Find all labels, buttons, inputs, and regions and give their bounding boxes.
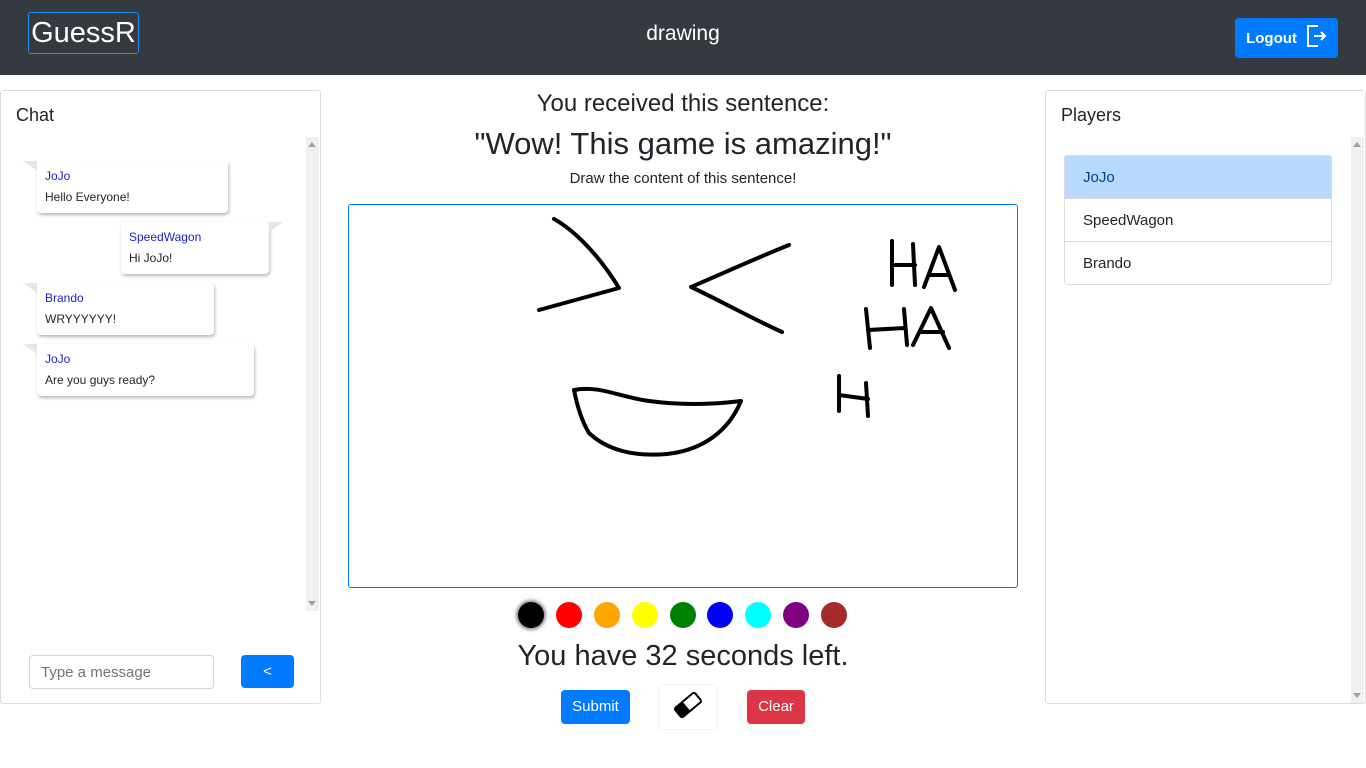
navbar: GuessR drawing Logout	[0, 0, 1366, 75]
logout-button[interactable]: Logout	[1235, 18, 1338, 58]
countdown-timer: You have 32 seconds left.	[517, 640, 849, 672]
chat-message: Brando WRYYYYYY!	[23, 283, 214, 335]
color-swatch-cyan[interactable]	[745, 602, 771, 628]
send-message-button[interactable]: <	[241, 655, 294, 688]
scroll-down-icon[interactable]	[308, 601, 316, 606]
player-list: JoJo SpeedWagon Brando	[1064, 155, 1332, 285]
color-swatch-orange[interactable]	[594, 602, 620, 628]
scroll-up-icon[interactable]	[1353, 142, 1361, 147]
stroke-letter-a2	[911, 306, 951, 350]
stroke-letter-a1	[922, 245, 957, 292]
drawing-instruction: Draw the content of this sentence!	[569, 170, 797, 187]
chat-message: JoJo Are you guys ready?	[23, 344, 254, 396]
stroke-letter-h3	[837, 374, 870, 418]
stroke-mouth	[572, 386, 743, 457]
stroke-eye-left	[537, 217, 621, 312]
stroke-eye-right	[689, 243, 791, 334]
chat-message-input[interactable]	[29, 655, 214, 689]
player-item[interactable]: Brando	[1064, 242, 1332, 285]
players-title: Players	[1061, 105, 1122, 125]
color-swatch-black[interactable]	[518, 602, 544, 628]
player-item[interactable]: JoJo	[1064, 155, 1332, 199]
color-swatch-purple[interactable]	[783, 602, 809, 628]
drawing-strokes	[537, 217, 957, 457]
chat-message-text: Are you guys ready?	[45, 373, 156, 387]
eraser-icon	[670, 687, 706, 728]
chat-message-user: SpeedWagon	[129, 230, 202, 244]
player-item[interactable]: SpeedWagon	[1064, 199, 1332, 242]
players-scrollbar[interactable]	[1351, 137, 1364, 703]
box-arrow-right-icon	[1305, 23, 1327, 53]
color-swatch-blue[interactable]	[707, 602, 733, 628]
chat-message-user: Brando	[45, 291, 84, 305]
brand-logo[interactable]: GuessR	[28, 12, 139, 54]
color-swatch-green[interactable]	[670, 602, 696, 628]
color-swatch-red[interactable]	[556, 602, 582, 628]
scroll-down-icon[interactable]	[1353, 693, 1361, 698]
chat-message: SpeedWagon Hi JoJo!	[121, 222, 283, 274]
sentence-text: "Wow! This game is amazing!"	[474, 126, 892, 161]
page-title: drawing	[646, 22, 720, 45]
scroll-up-icon[interactable]	[308, 142, 316, 147]
chat-message-text: Hi JoJo!	[129, 251, 173, 265]
chat-message: JoJo Hello Everyone!	[23, 161, 228, 213]
stroke-letter-h1	[890, 239, 917, 287]
chat-message-user: JoJo	[45, 169, 71, 183]
eraser-button[interactable]	[658, 684, 718, 730]
color-swatch-yellow[interactable]	[632, 602, 658, 628]
chat-message-text: Hello Everyone!	[45, 190, 130, 204]
color-swatch-brown[interactable]	[821, 602, 847, 628]
chat-message-text: WRYYYYYY!	[45, 312, 117, 326]
drawing-canvas[interactable]	[348, 204, 1018, 588]
logout-label: Logout	[1246, 29, 1297, 47]
submit-button[interactable]: Submit	[561, 690, 630, 724]
received-sentence-label: You received this sentence:	[536, 90, 830, 117]
chat-message-user: JoJo	[45, 352, 71, 366]
stroke-letter-h2	[864, 307, 909, 350]
chat-scrollbar[interactable]	[306, 137, 319, 611]
clear-button[interactable]: Clear	[747, 690, 805, 724]
chat-title: Chat	[16, 105, 55, 125]
